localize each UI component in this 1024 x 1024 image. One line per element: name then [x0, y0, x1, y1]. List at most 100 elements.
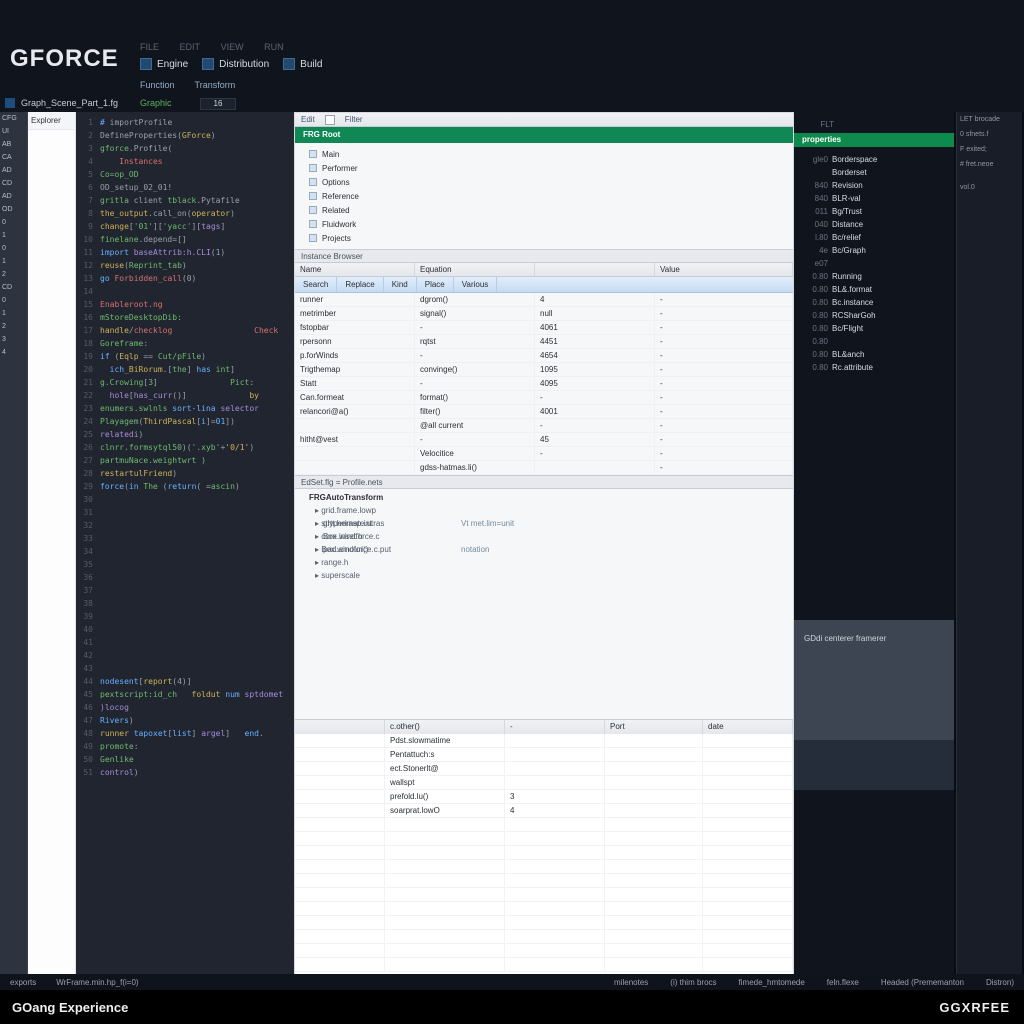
tab-engine[interactable]: Engine — [140, 58, 188, 70]
tree-node[interactable]: Performer — [299, 161, 789, 175]
code-line[interactable] — [100, 610, 290, 623]
property-row[interactable]: Borderset — [794, 166, 954, 179]
tree-node[interactable]: Main — [299, 147, 789, 161]
table-row[interactable]: runnerdgrom()4- — [295, 293, 793, 307]
activity-item[interactable]: CA — [0, 151, 27, 164]
code-line[interactable]: finelane.depend=[] — [100, 233, 290, 246]
code-line[interactable] — [100, 506, 290, 519]
code-line[interactable]: import baseAttrib:h.CLI(1) — [100, 246, 290, 259]
code-line[interactable]: Goreframe: — [100, 337, 290, 350]
code-line[interactable] — [100, 545, 290, 558]
code-line[interactable]: Instances — [100, 155, 290, 168]
activity-item[interactable]: CD — [0, 177, 27, 190]
property-row[interactable]: 840BLR-val — [794, 192, 954, 205]
tool-place[interactable]: Place — [417, 277, 454, 292]
activity-item[interactable]: 4 — [0, 346, 27, 359]
property-row[interactable]: 840Revision — [794, 179, 954, 192]
activity-item[interactable]: 0 — [0, 242, 27, 255]
code-line[interactable] — [100, 532, 290, 545]
activity-item[interactable]: 0 — [0, 216, 27, 229]
rail-item[interactable]: LET brocade — [957, 112, 1022, 127]
code-line[interactable]: Co=op_OD — [100, 168, 290, 181]
activity-item[interactable]: CFG — [0, 112, 27, 125]
code-line[interactable] — [100, 584, 290, 597]
code-line[interactable]: Rivers) — [100, 714, 290, 727]
activity-item[interactable]: AB — [0, 138, 27, 151]
code-line[interactable]: g.Crowing[3] Pict: — [100, 376, 290, 389]
bottom-row[interactable]: ect.Stonerlt@ — [295, 762, 793, 776]
tree-node[interactable]: Options — [299, 175, 789, 189]
tree-node[interactable]: Reference — [299, 189, 789, 203]
code-line[interactable]: enumers.swlnls sort-lina selector — [100, 402, 290, 415]
code-line[interactable]: clnrr.formsytql50)('.xyb'+'0/1') — [100, 441, 290, 454]
rail-item[interactable]: 0 sfnets.f — [957, 127, 1022, 142]
table-row[interactable]: Statt-4095- — [295, 377, 793, 391]
file-tab[interactable]: Graph_Scene_Part_1.fg — [5, 98, 118, 108]
tool-replace[interactable]: Replace — [337, 277, 383, 292]
code-line[interactable]: OD_setup_02_01! — [100, 181, 290, 194]
property-row[interactable]: 0.80Bc.instance — [794, 296, 954, 309]
code-line[interactable] — [100, 636, 290, 649]
bottom-row[interactable]: Pdst.slowmatime — [295, 734, 793, 748]
table-row[interactable]: @all current-- — [295, 419, 793, 433]
tree-node[interactable]: Related — [299, 203, 789, 217]
code-line[interactable]: if (Eqlp == Cut/pFile) — [100, 350, 290, 363]
code-line[interactable]: partmuNace.weightwrt ) — [100, 454, 290, 467]
sub-tab-transform[interactable]: Transform — [195, 80, 236, 90]
code-line[interactable]: restartulFriend) — [100, 467, 290, 480]
table-row[interactable]: hitht@vest-45- — [295, 433, 793, 447]
table-row[interactable]: Velocitice-- — [295, 447, 793, 461]
bottom-row[interactable]: Pentattuch:s — [295, 748, 793, 762]
code-line[interactable]: Genlike — [100, 753, 290, 766]
code-line[interactable]: reuse(Reprint_tab) — [100, 259, 290, 272]
code-line[interactable]: force(in The (return( =ascin) — [100, 480, 290, 493]
bottom-row[interactable]: soarprat.lowO4 — [295, 804, 793, 818]
property-row[interactable]: 0.80BL&.format — [794, 283, 954, 296]
table-row[interactable]: Trigthemapconvinge()1095- — [295, 363, 793, 377]
bottom-row[interactable]: prefold.lu()3 — [295, 790, 793, 804]
activity-item[interactable]: 1 — [0, 255, 27, 268]
activity-item[interactable]: 2 — [0, 320, 27, 333]
filter-button[interactable]: Filter — [345, 115, 363, 124]
taskbar-app[interactable]: GOang Experience — [12, 1000, 128, 1015]
activity-item[interactable]: UI — [0, 125, 27, 138]
activity-item[interactable]: OD — [0, 203, 27, 216]
code-line[interactable] — [100, 558, 290, 571]
property-row[interactable]: gle0Borderspace — [794, 153, 954, 166]
code-line[interactable]: handle/checklog Check — [100, 324, 290, 337]
code-line[interactable] — [100, 623, 290, 636]
table-row[interactable]: Can.formeatformat()-- — [295, 391, 793, 405]
code-line[interactable]: gritla client tblack.Pytafile — [100, 194, 290, 207]
sub-tab-function[interactable]: Function — [140, 80, 175, 90]
bottom-row[interactable]: wallspt — [295, 776, 793, 790]
code-line[interactable] — [100, 493, 290, 506]
property-row[interactable]: 011Bg/Trust — [794, 205, 954, 218]
code-line[interactable]: )locog — [100, 701, 290, 714]
inner-tree-node[interactable]: ▸ range.h — [309, 558, 785, 571]
rail-item[interactable]: # fret.neoe — [957, 157, 1022, 172]
code-line[interactable]: # importProfile — [100, 116, 290, 129]
rail-item[interactable]: vol.0 — [957, 180, 1022, 195]
code-line[interactable] — [100, 662, 290, 675]
inner-tree-title[interactable]: FRGAutoTransform — [303, 493, 785, 506]
activity-item[interactable]: 2 — [0, 268, 27, 281]
table-row[interactable]: relancori@a()filter()4001- — [295, 405, 793, 419]
tool-various[interactable]: Various — [454, 277, 498, 292]
code-line[interactable]: ich_BiRorum.[the] has int] — [100, 363, 290, 376]
tab-build[interactable]: Build — [283, 58, 322, 70]
code-line[interactable] — [100, 649, 290, 662]
code-line[interactable]: mStoreDesktopDib: — [100, 311, 290, 324]
code-line[interactable]: promote: — [100, 740, 290, 753]
activity-item[interactable]: AD — [0, 164, 27, 177]
code-line[interactable]: hole[has_curr()] by — [100, 389, 290, 402]
code-line[interactable]: go Forbidden_call(0) — [100, 272, 290, 285]
code-line[interactable]: relatedi) — [100, 428, 290, 441]
activity-item[interactable]: CD — [0, 281, 27, 294]
code-line[interactable]: Playagem(ThirdPascal[i]=01]) — [100, 415, 290, 428]
code-line[interactable]: runner tapoxet[list] argel] end. — [100, 727, 290, 740]
activity-item[interactable]: AD — [0, 190, 27, 203]
menu-view[interactable]: VIEW — [221, 42, 244, 52]
table-row[interactable]: rpersonnrqtst4451- — [295, 335, 793, 349]
tool-search[interactable]: Search — [295, 277, 337, 292]
property-row[interactable]: e07 — [794, 257, 954, 270]
